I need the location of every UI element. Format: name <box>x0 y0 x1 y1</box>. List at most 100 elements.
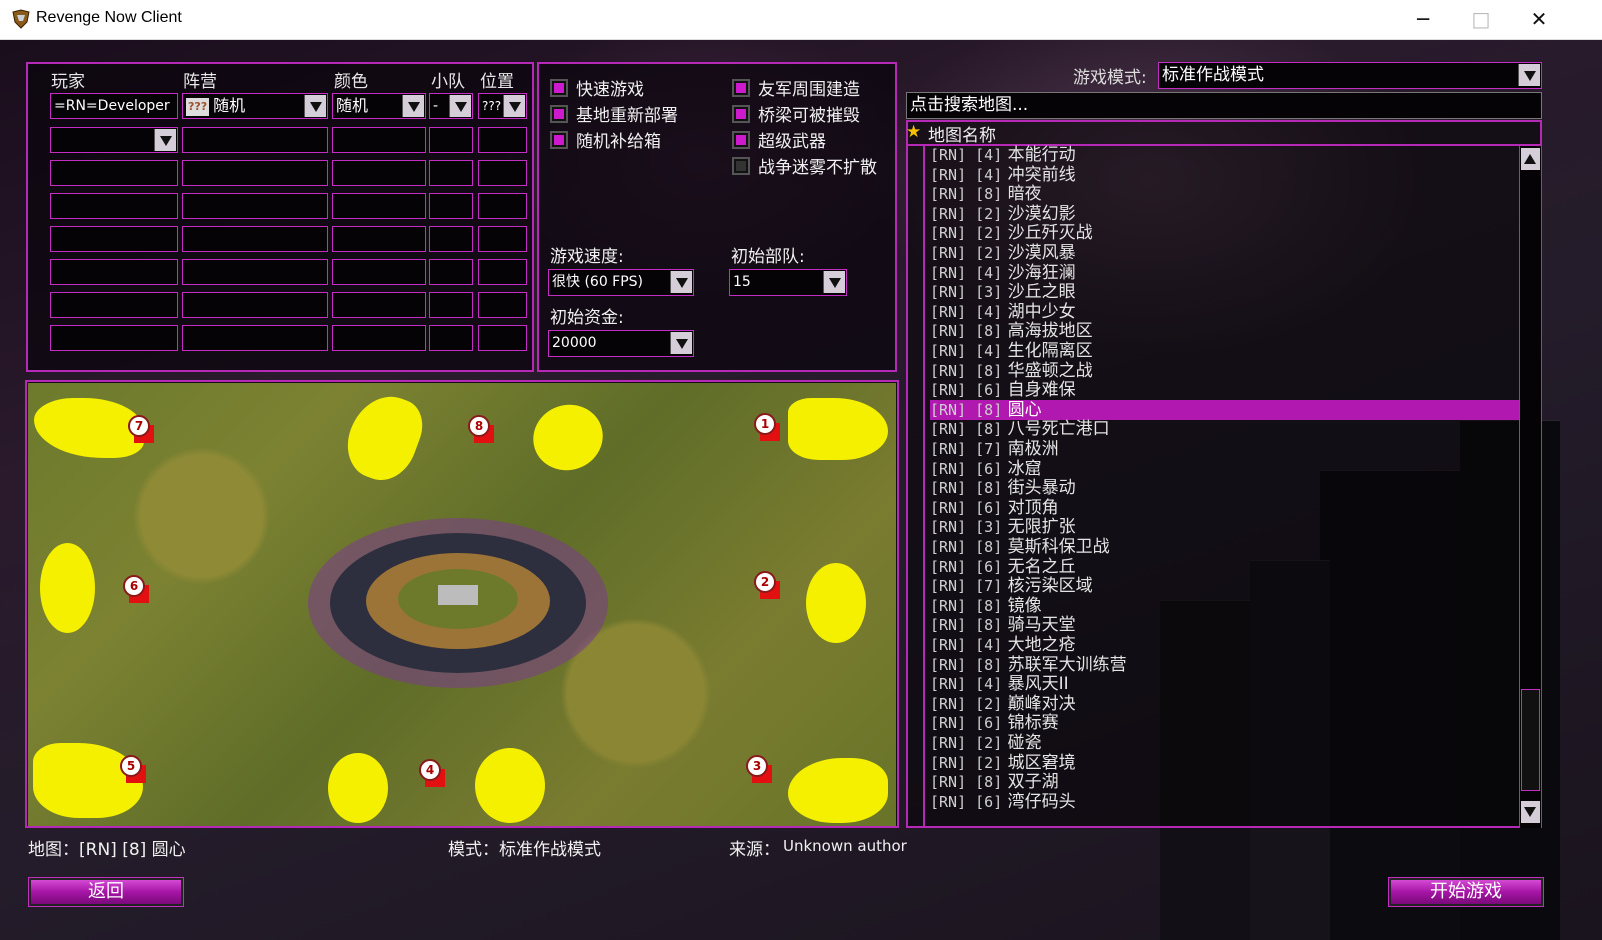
map-search-input[interactable]: 点击搜索地图... <box>906 92 1542 119</box>
map-list-item[interactable]: [RN] [6] 冰窟 <box>930 459 1520 479</box>
bridges-destroyable-label: 桥梁可被摧毁 <box>758 106 860 126</box>
start-position-marker[interactable]: 4 <box>419 759 445 787</box>
start-money-value: 20000 <box>552 335 597 351</box>
start-position-marker[interactable]: 1 <box>754 413 780 441</box>
map-list-item[interactable]: [RN] [8] 莫斯科保卫战 <box>930 537 1520 557</box>
map-list-item[interactable]: [RN] [6] 自身难保 <box>930 380 1520 400</box>
map-tag: [RN] [4] <box>930 302 1003 321</box>
game-speed-dropdown[interactable]: 很快 (60 FPS) <box>548 269 694 296</box>
scroll-thumb[interactable] <box>1521 689 1540 791</box>
map-list-item[interactable]: [RN] [4] 沙海狂澜 <box>930 263 1520 283</box>
start-position-marker[interactable]: 2 <box>754 571 780 599</box>
random-crates-checkbox[interactable] <box>550 131 568 149</box>
ore-field <box>475 748 545 823</box>
position-dropdown[interactable]: ??? <box>478 93 527 119</box>
back-button[interactable]: 返回 <box>28 877 184 907</box>
scroll-up-button[interactable] <box>1521 148 1540 170</box>
map-list-item[interactable]: [RN] [4] 暴风天II <box>930 674 1520 694</box>
ore-field <box>40 543 95 633</box>
empty-cell <box>429 226 473 252</box>
map-list-item[interactable]: [RN] [6] 锦标赛 <box>930 713 1520 733</box>
start-money-dropdown[interactable]: 20000 <box>548 330 694 357</box>
map-list-item[interactable]: [RN] [7] 核污染区域 <box>930 576 1520 596</box>
quick-game-checkbox[interactable] <box>550 79 568 97</box>
header-faction: 阵营 <box>183 72 217 92</box>
map-list-item[interactable]: [RN] [2] 碰瓷 <box>930 733 1520 753</box>
map-list-item[interactable]: [RN] [8] 暗夜 <box>930 184 1520 204</box>
map-list-item[interactable]: [RN] [6] 湾仔码头 <box>930 792 1520 812</box>
start-position-marker[interactable]: 7 <box>128 415 154 443</box>
map-name: 生化隔离区 <box>1007 341 1093 361</box>
start-position-marker[interactable]: 5 <box>120 755 146 783</box>
game-mode-dropdown[interactable]: 标准作战模式 <box>1158 62 1542 89</box>
empty-cell <box>182 127 328 153</box>
start-position-marker[interactable]: 8 <box>468 415 494 443</box>
map-name: 自身难保 <box>1007 380 1076 401</box>
empty-cell <box>478 127 527 153</box>
start-position-marker[interactable]: 6 <box>123 575 149 603</box>
map-list-item[interactable]: [RN] [8] 镜像 <box>930 596 1520 616</box>
empty-cell <box>50 226 178 252</box>
map-list-item[interactable]: [RN] [8] 高海拔地区 <box>930 321 1520 341</box>
color-dropdown[interactable]: 随机 <box>332 93 426 119</box>
minimize-button[interactable]: ─ <box>1394 0 1452 40</box>
map-list-item[interactable]: [RN] [3] 无限扩张 <box>930 517 1520 537</box>
map-name: 南极洲 <box>1007 439 1059 459</box>
empty-cell <box>182 259 328 285</box>
map-list-item[interactable]: [RN] [8] 苏联军大训练营 <box>930 655 1520 675</box>
map-list-item[interactable]: [RN] [8] 圆心 <box>930 399 1520 420</box>
map-list-item[interactable]: [RN] [2] 沙漠幻影 <box>930 204 1520 224</box>
empty-cell <box>182 292 328 318</box>
player-slot-dropdown[interactable] <box>50 127 178 153</box>
header-color: 颜色 <box>334 72 368 92</box>
maximize-button[interactable]: □ <box>1452 0 1510 40</box>
map-tag: [RN] [6] <box>930 381 1003 400</box>
map-preview[interactable]: 1 2 3 4 5 6 7 8 <box>28 383 896 826</box>
map-list-item[interactable]: [RN] [8] 双子湖 <box>930 772 1520 792</box>
map-list-item[interactable]: [RN] [6] 无名之丘 <box>930 557 1520 577</box>
map-tag: [RN] [2] <box>930 694 1003 713</box>
superweapons-checkbox[interactable] <box>732 131 750 149</box>
map-list-item[interactable]: [RN] [4] 大地之疮 <box>930 635 1520 655</box>
header-player: 玩家 <box>51 72 85 92</box>
scroll-down-button[interactable] <box>1521 801 1540 823</box>
team-dropdown[interactable]: - <box>429 93 473 119</box>
map-list-item[interactable]: [RN] [4] 生化隔离区 <box>930 341 1520 361</box>
base-redeploy-checkbox[interactable] <box>550 105 568 123</box>
map-tag: [RN] [3] <box>930 283 1003 302</box>
position-value: ??? <box>482 99 502 113</box>
map-list-item[interactable]: [RN] [2] 沙漠风暴 <box>930 243 1520 263</box>
header-position: 位置 <box>480 72 514 92</box>
player-name-field[interactable]: =RN=Developer <box>50 93 178 119</box>
map-list-item[interactable]: [RN] [8] 华盛顿之战 <box>930 361 1520 381</box>
map-list-item[interactable]: [RN] [4] 湖中少女 <box>930 302 1520 322</box>
empty-cell <box>50 193 178 219</box>
start-units-dropdown[interactable]: 15 <box>729 269 847 296</box>
map-list-item[interactable]: [RN] [2] 沙丘歼灭战 <box>930 223 1520 243</box>
fog-no-spread-checkbox[interactable] <box>732 157 750 175</box>
map-list-item[interactable]: [RN] [8] 骑马天堂 <box>930 615 1520 635</box>
map-list-item[interactable]: [RN] [4] 本能行动 <box>930 145 1520 165</box>
map-list-item[interactable]: [RN] [2] 城区窘境 <box>930 753 1520 773</box>
map-list-item[interactable]: [RN] [2] 巅峰对决 <box>930 694 1520 714</box>
map-tag: [RN] [8] <box>930 322 1003 341</box>
start-position-marker[interactable]: 3 <box>746 755 772 783</box>
map-name: 高海拔地区 <box>1007 321 1093 342</box>
ally-build-checkbox[interactable] <box>732 79 750 97</box>
map-list-item[interactable]: [RN] [7] 南极洲 <box>930 439 1520 459</box>
map-name-column-header[interactable]: 地图名称 <box>928 121 996 146</box>
random-faction-icon: ??? <box>186 98 210 116</box>
faction-dropdown[interactable]: ??? 随机 <box>182 93 328 119</box>
empty-cell <box>478 226 527 252</box>
map-list-scrollbar[interactable] <box>1519 146 1541 828</box>
map-list-item[interactable]: [RN] [6] 对顶角 <box>930 498 1520 518</box>
favorite-star-icon[interactable]: ★ <box>906 122 921 142</box>
map-list-item[interactable]: [RN] [8] 八号死亡港口 <box>930 419 1520 439</box>
start-game-button[interactable]: 开始游戏 <box>1388 877 1544 907</box>
map-list-item[interactable]: [RN] [4] 冲突前线 <box>930 165 1520 185</box>
close-button[interactable]: ✕ <box>1510 0 1568 40</box>
map-list-item[interactable]: [RN] [8] 街头暴动 <box>930 478 1520 498</box>
map-list-item[interactable]: [RN] [3] 沙丘之眼 <box>930 282 1520 302</box>
ore-field <box>806 563 866 643</box>
bridges-destroyable-checkbox[interactable] <box>732 105 750 123</box>
